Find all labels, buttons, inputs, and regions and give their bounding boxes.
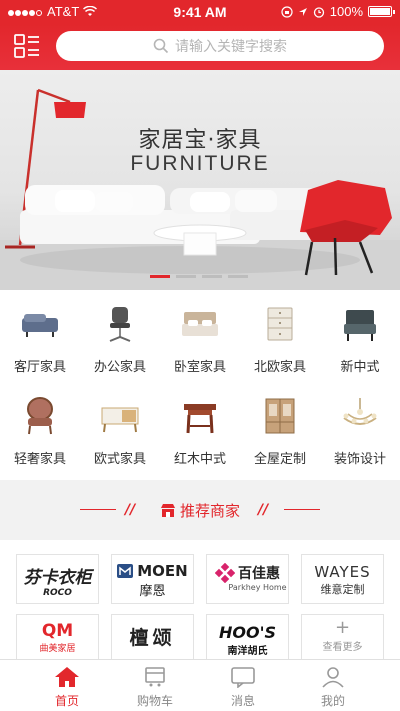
brand-card-parkhey[interactable]: 百佳惠 Parkhey Home <box>206 554 289 604</box>
category-item-custom[interactable]: 全屋定制 <box>240 384 320 474</box>
parkhey-logo-icon <box>215 563 235 583</box>
brand-card-roco[interactable]: 芬卡衣柜 ROCO <box>16 554 99 604</box>
tab-messages[interactable]: 消息 <box>193 660 293 711</box>
category-item-nordic[interactable]: 北欧家具 <box>240 292 320 382</box>
banner-pager[interactable] <box>150 275 248 278</box>
rosewood-table-icon <box>184 404 216 434</box>
tv-stand-icon <box>101 407 139 433</box>
home-icon <box>55 667 79 687</box>
battery-icon <box>368 6 395 17</box>
brand-grid: 芬卡衣柜 ROCO MOEN 摩恩 百佳惠 Parkhey Home WAYES… <box>0 540 400 664</box>
rotation-lock-icon <box>281 5 293 18</box>
recommend-section-header: // 推荐商家 // <box>0 488 400 532</box>
message-icon <box>231 667 255 688</box>
wardrobe-icon <box>265 398 295 434</box>
banner-title: 家居宝·家具 <box>138 128 262 153</box>
brand-card-wayes[interactable]: WAYES 维意定制 <box>301 554 384 604</box>
tab-cart[interactable]: 购物车 <box>105 660 205 711</box>
category-item-rosewood[interactable]: 红木中式 <box>160 384 240 474</box>
alarm-icon <box>313 6 324 18</box>
banner-subtitle: FURNITURE <box>130 152 270 175</box>
moen-logo-icon <box>117 564 134 578</box>
top-header: 请输入关键字搜索 <box>0 24 400 70</box>
user-icon <box>322 667 344 688</box>
brand-card-moen[interactable]: MOEN 摩恩 <box>111 554 194 604</box>
location-icon <box>298 7 307 16</box>
category-item-light-luxury[interactable]: 轻奢家具 <box>0 384 80 474</box>
divider-right <box>284 509 320 510</box>
brand-card-hoos[interactable]: HOO'S 南洋胡氏 <box>206 614 289 664</box>
pager-dot[interactable] <box>202 275 222 278</box>
tab-home[interactable]: 首页 <box>17 660 117 711</box>
luxury-chair-icon <box>27 397 53 435</box>
recommend-title: 推荐商家 <box>179 502 240 520</box>
grid-list-icon <box>14 34 39 58</box>
brand-card-qm[interactable]: QM 曲美家居 <box>16 614 99 664</box>
store-icon <box>160 504 175 517</box>
category-item-office[interactable]: 办公家具 <box>80 292 160 382</box>
banner-illustration <box>0 88 400 290</box>
chandelier-icon <box>343 398 377 425</box>
bed-icon <box>182 312 218 336</box>
office-chair-icon <box>109 307 131 342</box>
brand-card-tansong[interactable]: 檀颂 <box>111 614 194 664</box>
hero-banner[interactable]: 家居宝·家具 FURNITURE <box>0 70 400 290</box>
category-item-european[interactable]: 欧式家具 <box>80 384 160 474</box>
search-icon <box>153 38 169 54</box>
tab-profile[interactable]: 我的 <box>283 660 383 711</box>
category-item-bedroom[interactable]: 卧室家具 <box>160 292 240 382</box>
bottom-tab-bar: 首页 购物车 消息 我的 <box>0 659 400 711</box>
slash-decor-right: // <box>258 502 269 518</box>
category-item-decoration[interactable]: 装饰设计 <box>320 384 400 474</box>
armchair-icon <box>344 310 376 341</box>
search-placeholder: 请输入关键字搜索 <box>175 39 287 55</box>
sofa-icon <box>22 314 58 337</box>
search-input[interactable]: 请输入关键字搜索 <box>56 31 384 61</box>
plus-icon: + <box>334 617 351 638</box>
category-menu-button[interactable] <box>14 34 40 58</box>
cabinet-icon <box>267 307 293 341</box>
view-more-brands-button[interactable]: + 查看更多 <box>301 614 384 664</box>
battery-percent: 100% <box>329 4 363 19</box>
cart-icon <box>145 667 165 687</box>
category-item-living-room[interactable]: 客厅家具 <box>0 292 80 382</box>
status-bar: AT&T 9:41 AM 100% <box>0 0 400 24</box>
pager-dot[interactable] <box>176 275 196 278</box>
category-grid: 客厅家具 办公家具 卧室家具 北欧家具 新中式 轻奢家具 欧式家具 红木中式 全… <box>0 290 400 480</box>
pager-dot[interactable] <box>228 275 248 278</box>
category-item-neo-chinese[interactable]: 新中式 <box>320 292 400 382</box>
pager-dot[interactable] <box>150 275 170 278</box>
